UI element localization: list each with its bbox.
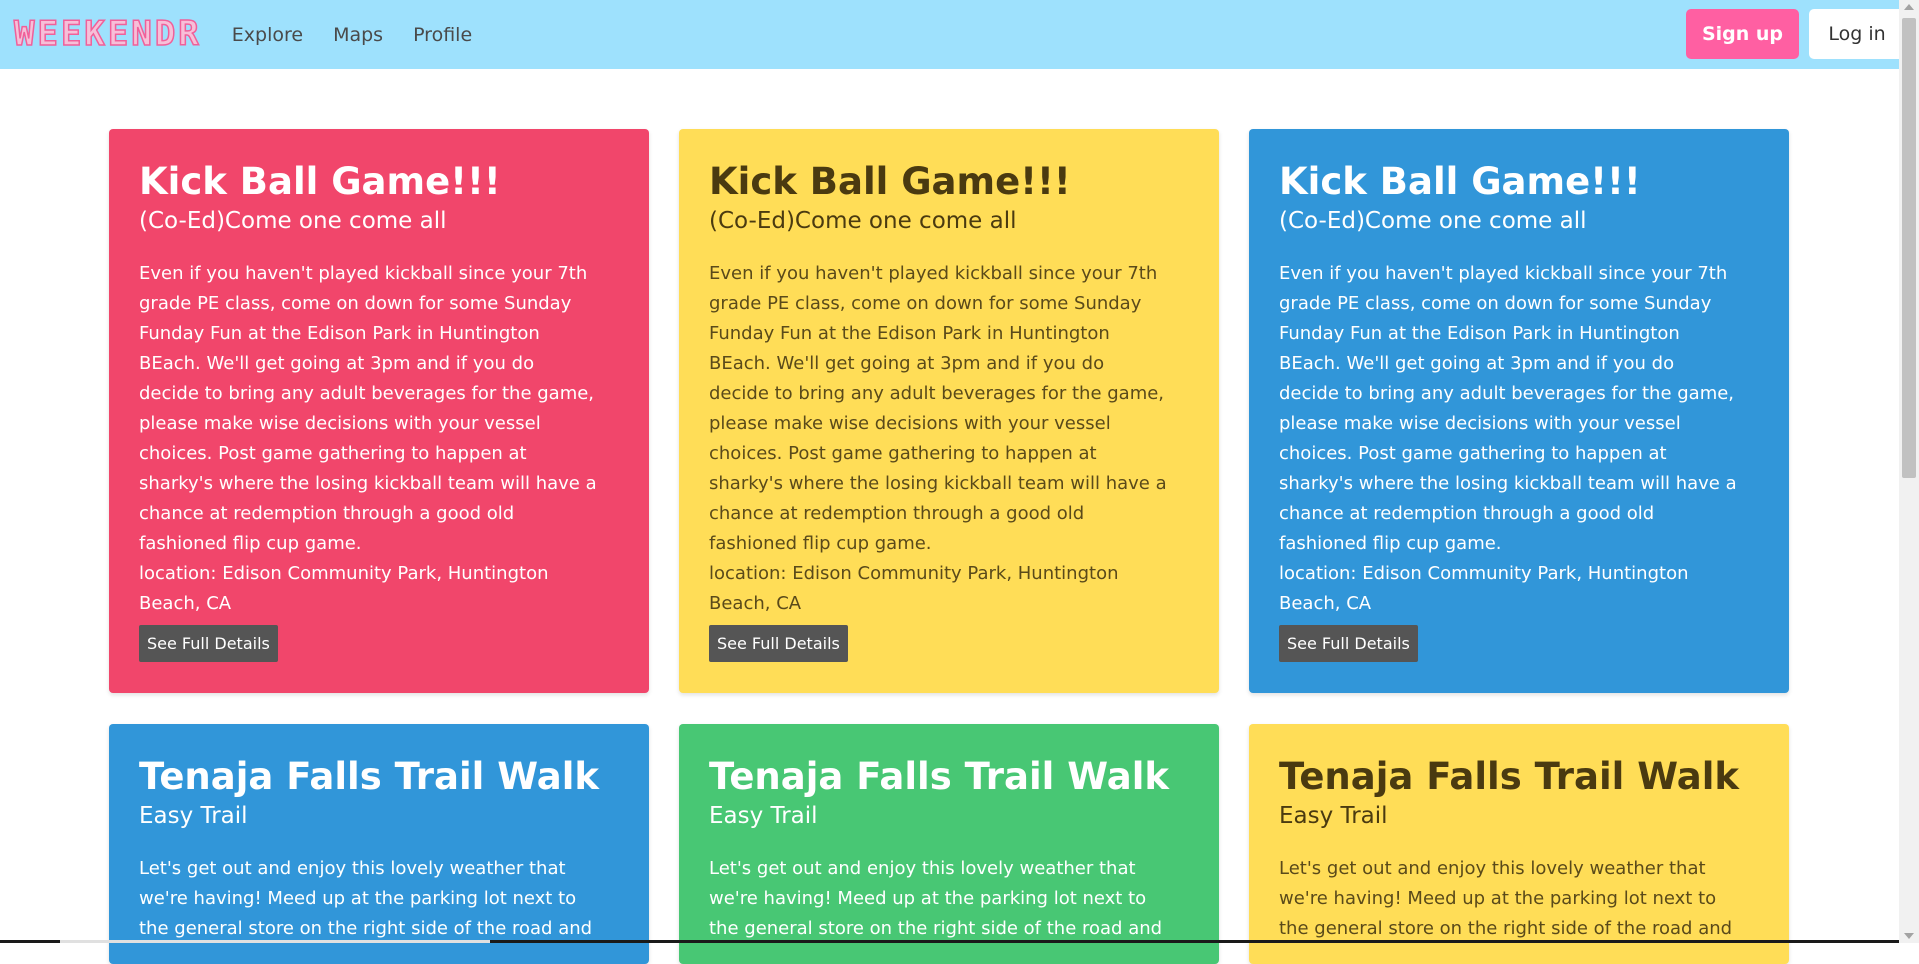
- event-subtitle: Easy Trail: [709, 803, 818, 829]
- event-title: Tenaja Falls Trail Walk: [1279, 755, 1739, 798]
- see-full-details-button[interactable]: See Full Details: [139, 625, 278, 662]
- event-description: Even if you haven't played kickball sinc…: [1279, 263, 1737, 554]
- event-description: Let's get out and enjoy this lovely weat…: [139, 858, 593, 939]
- navbar: WEEKENDR Explore Maps Profile: [0, 0, 1899, 69]
- nav-actions: Sign up Log in: [1686, 9, 1905, 59]
- event-card: Kick Ball Game!!! (Co-Ed)Come one come a…: [1249, 129, 1789, 693]
- scroll-down-arrow-icon[interactable]: [1904, 933, 1914, 939]
- event-location: location: Edison Community Park, Hunting…: [709, 563, 1119, 614]
- event-title: Kick Ball Game!!!: [1279, 160, 1641, 203]
- event-description: Let's get out and enjoy this lovely weat…: [709, 858, 1163, 939]
- see-full-details-button[interactable]: See Full Details: [1279, 625, 1418, 662]
- event-description: Let's get out and enjoy this lovely weat…: [1279, 858, 1733, 939]
- event-card: Kick Ball Game!!! (Co-Ed)Come one come a…: [679, 129, 1219, 693]
- vertical-scrollbar[interactable]: [1899, 0, 1919, 943]
- event-title: Tenaja Falls Trail Walk: [139, 755, 599, 798]
- signup-button[interactable]: Sign up: [1686, 9, 1799, 59]
- event-subtitle: (Co-Ed)Come one come all: [139, 208, 447, 234]
- scroll-thumb[interactable]: [1902, 18, 1916, 478]
- login-button[interactable]: Log in: [1809, 9, 1905, 59]
- scroll-up-arrow-icon[interactable]: [1904, 4, 1914, 10]
- event-description: Even if you haven't played kickball sinc…: [139, 263, 597, 554]
- event-title: Kick Ball Game!!!: [709, 160, 1071, 203]
- event-location: location: Edison Community Park, Hunting…: [139, 563, 549, 614]
- event-location: location: Edison Community Park, Hunting…: [1279, 563, 1689, 614]
- event-card: Tenaja Falls Trail Walk Easy Trail Let's…: [109, 724, 649, 964]
- event-card: Tenaja Falls Trail Walk Easy Trail Let's…: [1249, 724, 1789, 964]
- nav-link-profile[interactable]: Profile: [413, 24, 472, 46]
- nav-link-maps[interactable]: Maps: [333, 24, 383, 46]
- brand-logo[interactable]: WEEKENDR: [13, 0, 202, 69]
- event-subtitle: Easy Trail: [139, 803, 248, 829]
- see-full-details-button[interactable]: See Full Details: [709, 625, 848, 662]
- event-description: Even if you haven't played kickball sinc…: [709, 263, 1167, 554]
- nav-link-explore[interactable]: Explore: [232, 24, 303, 46]
- event-card: Kick Ball Game!!! (Co-Ed)Come one come a…: [109, 129, 649, 693]
- event-subtitle: (Co-Ed)Come one come all: [709, 208, 1017, 234]
- event-subtitle: Easy Trail: [1279, 803, 1388, 829]
- event-subtitle: (Co-Ed)Come one come all: [1279, 208, 1587, 234]
- event-card: Tenaja Falls Trail Walk Easy Trail Let's…: [679, 724, 1219, 964]
- event-title: Kick Ball Game!!!: [139, 160, 501, 203]
- event-title: Tenaja Falls Trail Walk: [709, 755, 1169, 798]
